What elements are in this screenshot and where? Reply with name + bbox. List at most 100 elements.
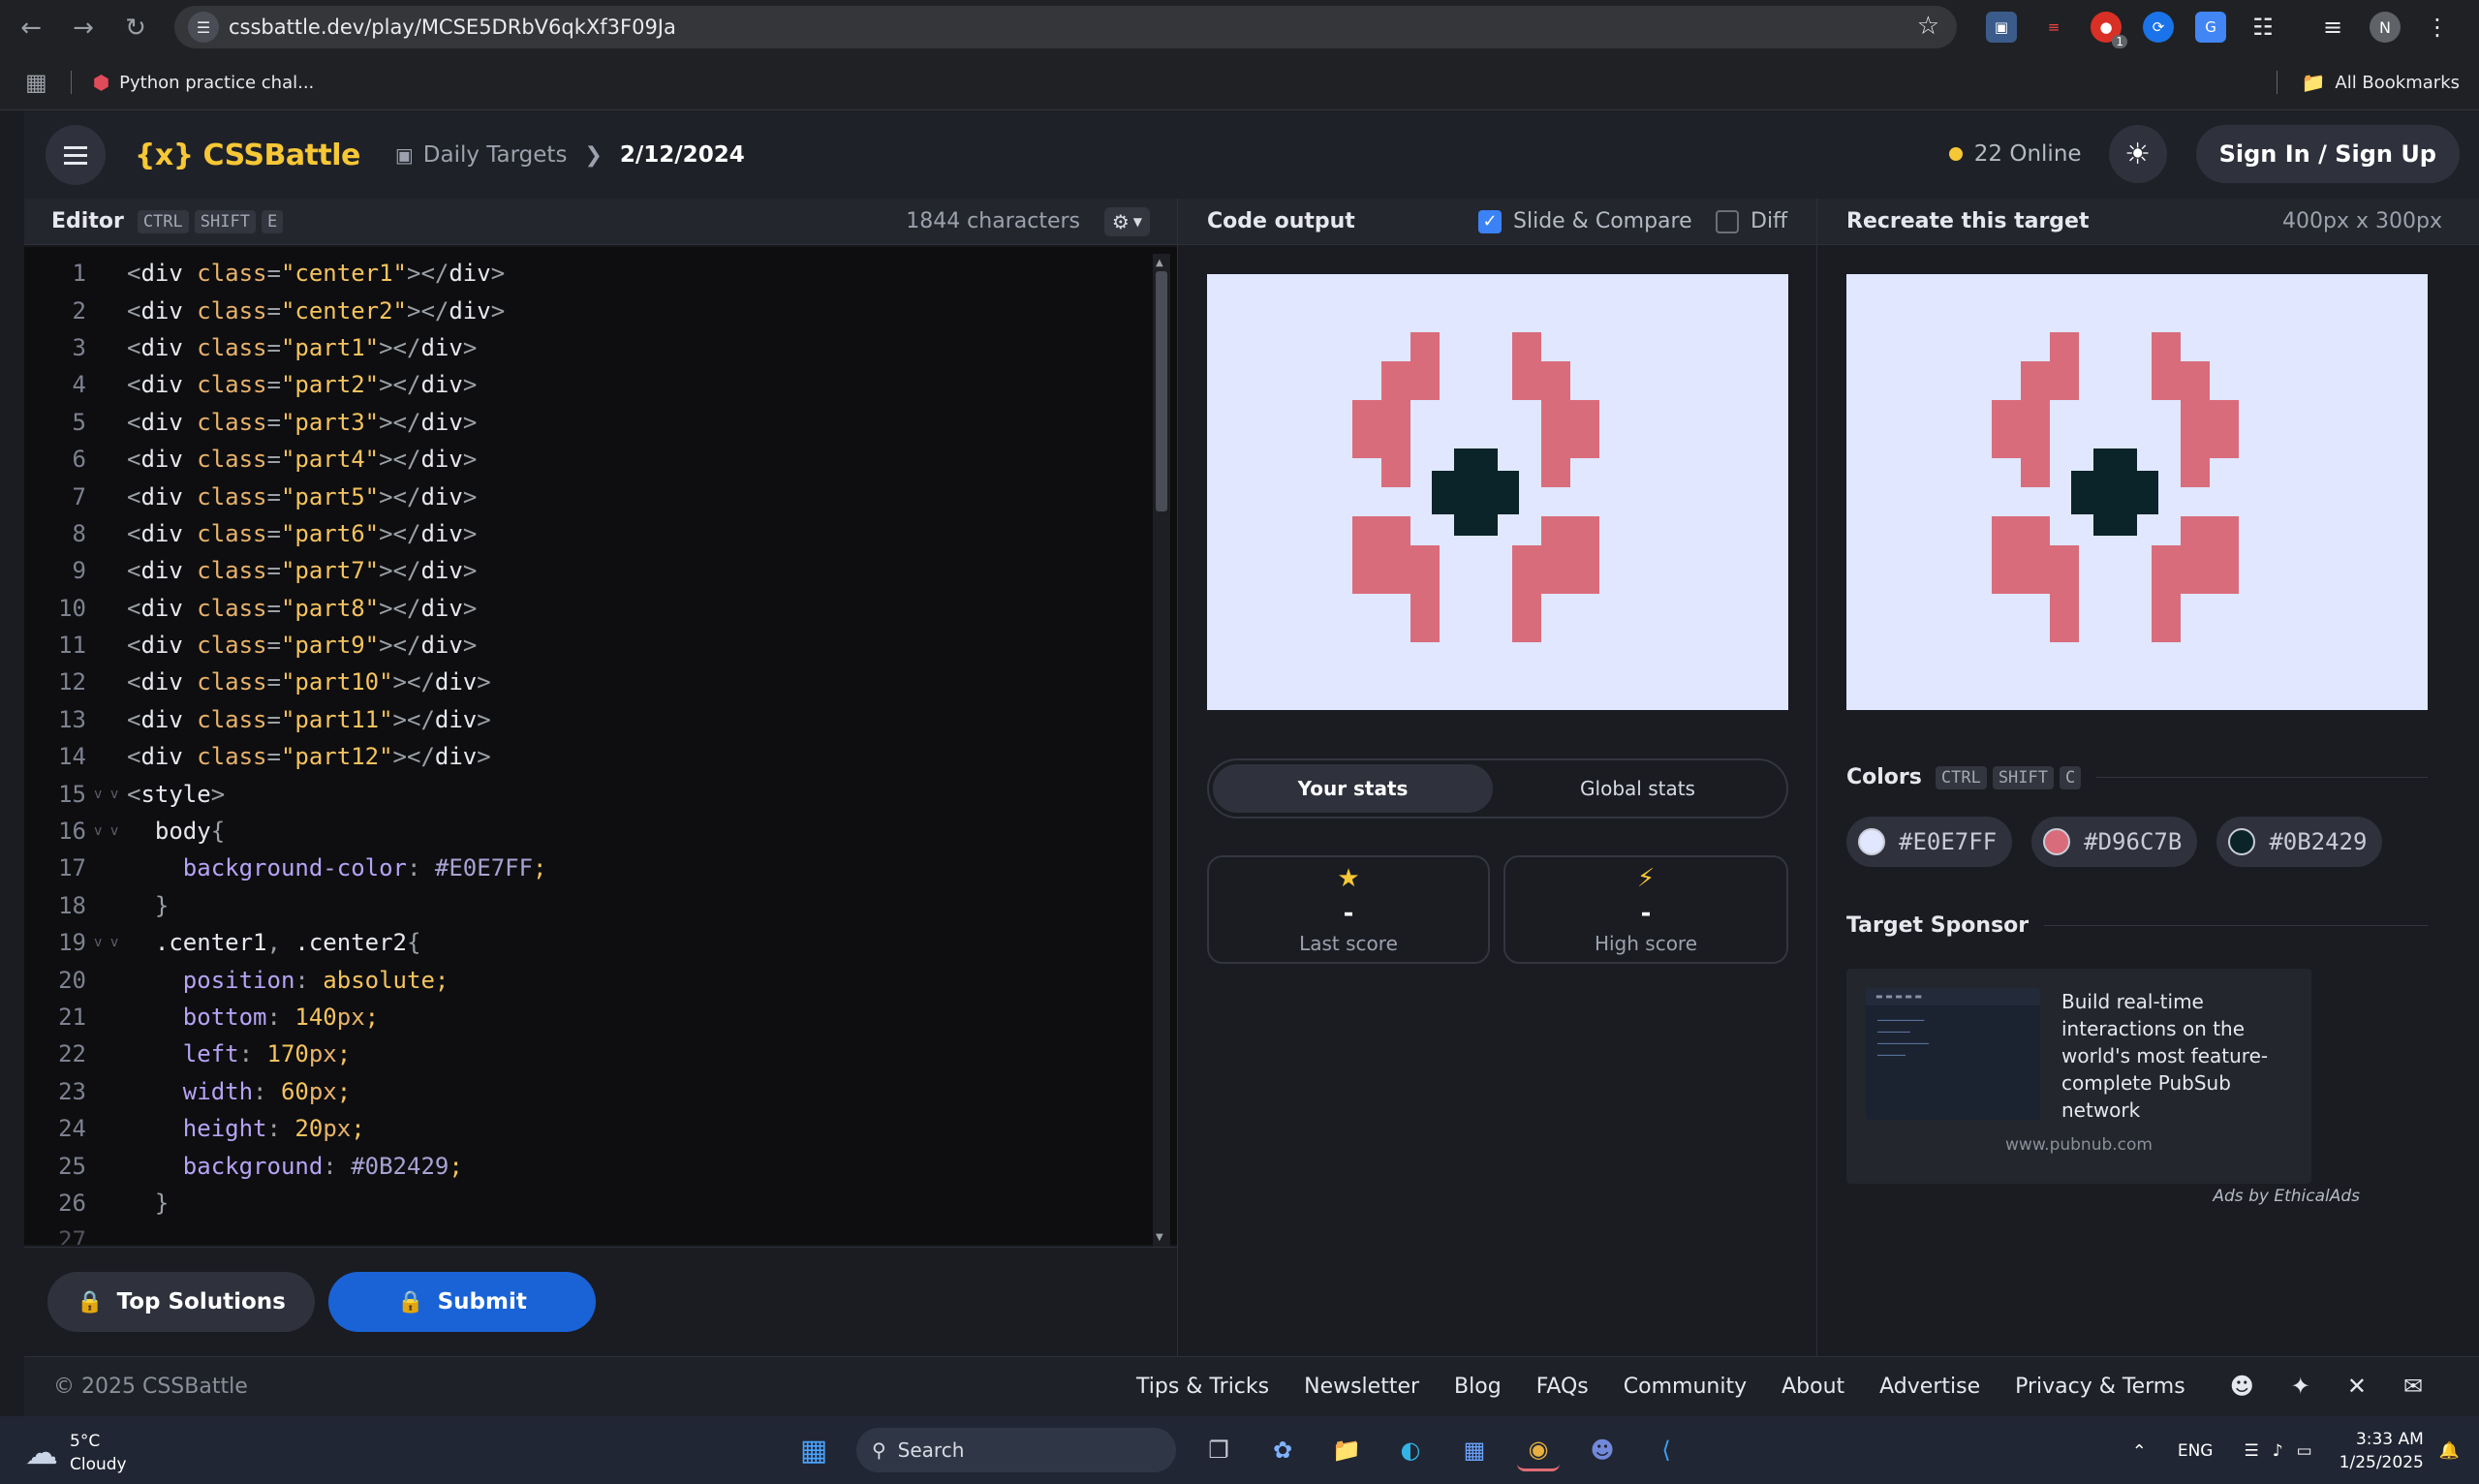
puzzle-icon[interactable]: ☷ bbox=[2247, 12, 2278, 43]
pink-block bbox=[2181, 400, 2210, 487]
sign-in-button[interactable]: Sign In / Sign Up bbox=[2195, 125, 2460, 183]
fold-chevron-icon[interactable]: v v bbox=[88, 935, 127, 950]
copyright: © 2025 CSSBattle bbox=[53, 1375, 248, 1399]
color-chip[interactable]: #E0E7FF bbox=[1846, 817, 2013, 867]
clock[interactable]: 3:33 AM 1/25/2025 bbox=[2340, 1428, 2424, 1474]
windows-start-icon[interactable]: ▦ bbox=[792, 1429, 835, 1471]
taskbar-search[interactable]: ⚲ Search bbox=[856, 1428, 1176, 1472]
footer-link-newsletter[interactable]: Newsletter bbox=[1304, 1375, 1419, 1399]
kbd-key: E bbox=[261, 209, 284, 233]
sponsor-ad[interactable]: ▬ ▬ ▬ ▬ ▬ ────────── ─────── ─────────── ──… bbox=[1846, 969, 2311, 1184]
bookmark-star-icon[interactable]: ☆ bbox=[1917, 12, 1939, 41]
code-line: 11 <div class="part9"></div> bbox=[24, 627, 1177, 664]
footer-link-advertise[interactable]: Advertise bbox=[1879, 1375, 1980, 1399]
chevron-up-icon[interactable]: ⌃ bbox=[2132, 1441, 2147, 1462]
bookmark-python[interactable]: ⬢ Python practice chal... bbox=[93, 71, 315, 94]
wifi-icon[interactable]: ☰ bbox=[2244, 1441, 2258, 1461]
sponsor-text[interactable]: Build real-time interactions on the worl… bbox=[2061, 988, 2275, 1124]
scroll-up-icon[interactable]: ▲ bbox=[1156, 258, 1163, 268]
checkbox-unchecked-icon[interactable] bbox=[1716, 209, 1739, 233]
slide-compare-label: Slide & Compare bbox=[1513, 209, 1692, 233]
checkbox-checked-icon[interactable]: ✓ bbox=[1478, 209, 1502, 233]
code-text: background: #0B2429; bbox=[182, 1152, 463, 1180]
line-number: 14 bbox=[58, 743, 86, 771]
extensions-area: ▣ ≡ ● 1 ⟳ G ☷ ≡ N ⋮ bbox=[1986, 12, 2453, 48]
tab-your-stats[interactable]: Your stats bbox=[1213, 764, 1494, 813]
code-text: <div class="part5"></div> bbox=[127, 482, 478, 510]
character-count: 1844 characters bbox=[906, 209, 1080, 233]
code-editor[interactable]: 1 <div class="center1"></div> 2 <div class=… bbox=[24, 247, 1177, 1245]
reload-icon[interactable]: ↻ bbox=[116, 9, 155, 47]
x-icon[interactable]: ✕ bbox=[2347, 1373, 2367, 1400]
footer-link-about[interactable]: About bbox=[1782, 1375, 1844, 1399]
color-chip[interactable]: #D96C7B bbox=[2031, 817, 2198, 867]
mail-icon[interactable]: ✉ bbox=[2403, 1373, 2423, 1400]
notification-bell-icon[interactable]: 🔔 bbox=[2439, 1441, 2460, 1461]
colors-title: Colors bbox=[1846, 765, 1922, 789]
output-header: Code output ✓ Slide & Compare Diff bbox=[1178, 199, 1816, 245]
site-settings-icon[interactable]: ☰ bbox=[188, 12, 219, 43]
code-output-canvas[interactable] bbox=[1207, 274, 1788, 710]
pink-block bbox=[1570, 516, 1599, 594]
fold-chevron-icon[interactable]: v v bbox=[88, 787, 127, 802]
weather-temp: 5°C bbox=[70, 1432, 101, 1451]
copilot-icon[interactable]: ✿ bbox=[1261, 1429, 1304, 1471]
footer-link-faqs[interactable]: FAQs bbox=[1536, 1375, 1589, 1399]
profile-avatar[interactable]: N bbox=[2370, 12, 2401, 43]
back-icon[interactable]: ← bbox=[12, 9, 50, 47]
slide-compare-toggle[interactable]: ✓ Slide & Compare bbox=[1478, 209, 1692, 233]
battery-icon[interactable]: ▭ bbox=[2297, 1441, 2312, 1461]
vscode-icon[interactable]: ⟨ bbox=[1645, 1429, 1688, 1471]
footer-link-community[interactable]: Community bbox=[1624, 1375, 1747, 1399]
top-solutions-button[interactable]: 🔒 Top Solutions bbox=[47, 1272, 315, 1332]
logo[interactable]: {x} CSSBattle bbox=[135, 139, 360, 172]
translate-icon[interactable]: G bbox=[2195, 12, 2226, 43]
file-explorer-icon[interactable]: 📁 bbox=[1325, 1429, 1368, 1471]
footer-link-privacy[interactable]: Privacy & Terms bbox=[2015, 1375, 2185, 1399]
reading-list-icon[interactable]: ≡ bbox=[2317, 12, 2348, 43]
pink-block bbox=[2152, 594, 2181, 642]
code-line: 15 v v <style> bbox=[24, 775, 1177, 812]
code-line: 22 left: 170px; bbox=[24, 1036, 1177, 1072]
sponsor-url[interactable]: www.pubnub.com bbox=[1846, 1135, 2311, 1155]
target-canvas[interactable] bbox=[1846, 274, 2428, 710]
volume-icon[interactable]: ♪ bbox=[2273, 1441, 2283, 1461]
breadcrumb: ▣ Daily Targets ❯ 2/12/2024 bbox=[395, 142, 745, 168]
editor-settings-button[interactable]: ⚙ ▼ bbox=[1103, 207, 1150, 236]
discord-app-icon[interactable]: ☻ bbox=[1581, 1429, 1624, 1471]
scroll-down-icon[interactable]: ▼ bbox=[1156, 1232, 1163, 1243]
tab-global-stats[interactable]: Global stats bbox=[1493, 764, 1782, 813]
kbd-key: CTRL bbox=[137, 209, 189, 233]
breadcrumb-daily-targets[interactable]: Daily Targets bbox=[423, 142, 568, 168]
address-bar[interactable]: ☰ cssbattle.dev/play/MCSE5DRbV6qkXf3F09J… bbox=[174, 6, 1957, 48]
kebab-menu-icon[interactable]: ⋮ bbox=[2422, 12, 2453, 43]
menu-button[interactable] bbox=[46, 125, 106, 185]
diff-toggle[interactable]: Diff bbox=[1716, 209, 1787, 233]
store-icon[interactable]: ▦ bbox=[1453, 1429, 1496, 1471]
fold-chevron-icon[interactable]: v v bbox=[88, 823, 127, 839]
footer-link-blog[interactable]: Blog bbox=[1454, 1375, 1502, 1399]
all-bookmarks[interactable]: 📁 All Bookmarks bbox=[2277, 71, 2460, 94]
forward-icon[interactable]: → bbox=[64, 9, 103, 47]
ads-by-label[interactable]: Ads by EthicalAds bbox=[2166, 1187, 2360, 1206]
extension-icon[interactable]: ⟳ bbox=[2143, 12, 2174, 43]
edge-icon[interactable]: ◐ bbox=[1389, 1429, 1432, 1471]
extension-icon[interactable]: ● 1 bbox=[2091, 12, 2127, 48]
line-number: 17 bbox=[58, 854, 86, 882]
footer-link-tips[interactable]: Tips & Tricks bbox=[1136, 1375, 1269, 1399]
discord-icon[interactable]: ☻ bbox=[2230, 1373, 2254, 1400]
task-view-icon[interactable]: ❐ bbox=[1197, 1429, 1240, 1471]
extension-icon[interactable]: ≡ bbox=[2038, 12, 2069, 43]
chrome-icon[interactable]: ◉ bbox=[1517, 1429, 1560, 1471]
language-indicator[interactable]: ENG bbox=[2178, 1441, 2214, 1461]
bluesky-icon[interactable]: ✦ bbox=[2291, 1373, 2310, 1400]
theme-toggle-button[interactable]: ☀ bbox=[2108, 125, 2167, 183]
apps-grid-icon[interactable]: ▦ bbox=[25, 69, 47, 96]
weather-widget[interactable]: ☁ 5°C Cloudy bbox=[25, 1430, 127, 1476]
submit-button[interactable]: 🔒 Submit bbox=[328, 1272, 596, 1332]
sponsor-header: Target Sponsor bbox=[1846, 913, 2428, 938]
color-chip[interactable]: #0B2429 bbox=[2216, 817, 2383, 867]
scrollbar-thumb[interactable] bbox=[1156, 271, 1167, 511]
extension-icon[interactable]: ▣ bbox=[1986, 12, 2017, 43]
divider bbox=[2044, 925, 2428, 926]
